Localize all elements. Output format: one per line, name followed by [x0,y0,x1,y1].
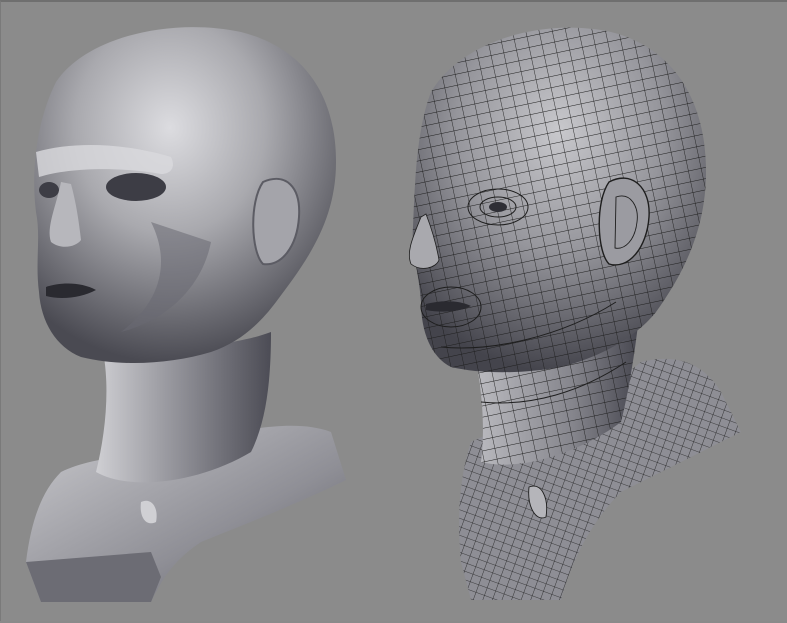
3d-viewport[interactable] [0,0,787,621]
smooth-head-eye-right [39,182,59,198]
wireframe-head[interactable] [408,27,741,600]
smooth-shaded-head[interactable] [26,27,346,602]
wireframe-head-skull-wire [412,27,706,373]
wireframe-head-eye [489,202,507,212]
smooth-head-eye-left [106,173,166,201]
viewport-canvas [26,27,741,602]
